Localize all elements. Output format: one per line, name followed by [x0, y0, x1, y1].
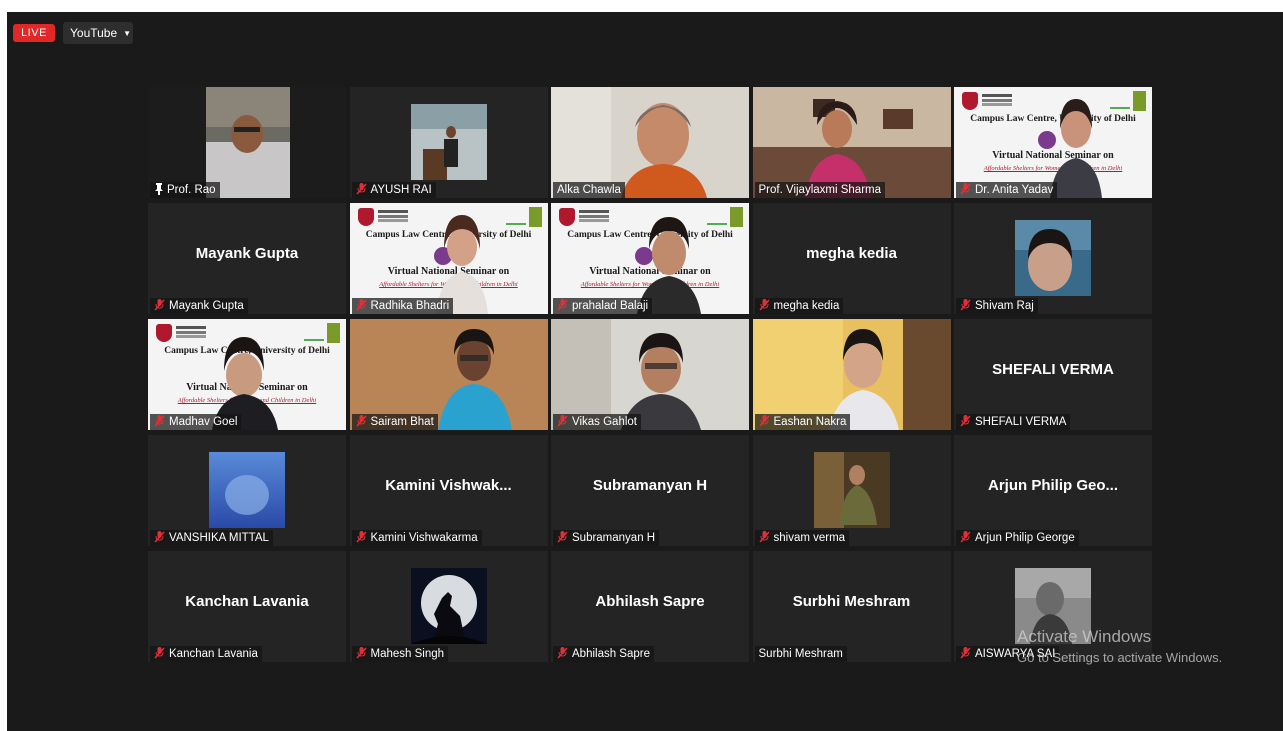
muted-mic-icon [557, 299, 568, 311]
pin-icon [155, 183, 163, 195]
participant-tile[interactable]: Kanchan Lavania Kanchan Lavania [148, 551, 346, 662]
participant-display-name: Arjun Philip Geo... [987, 477, 1118, 494]
participant-display-name: Mayank Gupta [195, 245, 299, 262]
participant-display-name: SHEFALI VERMA [992, 361, 1114, 378]
muted-mic-icon [355, 183, 367, 195]
participant-tile[interactable]: AYUSH RAI [349, 87, 548, 198]
participant-tile[interactable]: Prof. Vijaylaxmi Sharma [752, 87, 951, 198]
muted-mic-icon [960, 415, 971, 427]
participant-name-label: Dr. Anita Yadav [956, 182, 1058, 198]
participant-display-name: Kamini Vishwak... [385, 477, 512, 494]
participant-name-label: Subramanyan H [553, 530, 660, 546]
stream-target-dropdown[interactable]: YouTube ▼ [63, 22, 133, 44]
participant-tile[interactable]: Shivam Raj [954, 203, 1152, 314]
muted-mic-icon [960, 531, 971, 543]
participant-name-label: Eashan Nakra [754, 414, 851, 430]
muted-mic-icon [154, 415, 165, 427]
muted-mic-icon [960, 299, 971, 311]
participant-tile[interactable]: Surbhi Meshram Surbhi Meshram [752, 551, 951, 662]
participant-name-label: Shivam Raj [956, 298, 1038, 314]
muted-mic-icon [355, 647, 367, 659]
muted-mic-icon [758, 299, 770, 311]
participant-tile[interactable]: Mahesh Singh [349, 551, 548, 662]
participant-name-label: shivam verma [754, 530, 850, 546]
gallery-grid: Prof. Rao AYUSH RAI Alka Chawla Prof. Vi… [148, 87, 1152, 663]
stream-target-label: YouTube [70, 26, 118, 40]
participant-display-name: Abhilash Sapre [595, 593, 705, 610]
participant-tile[interactable]: Campus Law Centre, University of Delhi V… [349, 203, 548, 314]
participant-name-label: Prof. Rao [150, 182, 220, 198]
participant-name-label: Sairam Bhat [351, 414, 438, 430]
participant-name-label: Madhav Goel [150, 414, 242, 430]
participant-name-label: Kamini Vishwakarma [351, 530, 482, 546]
muted-mic-icon [960, 183, 971, 195]
participant-tile[interactable]: Campus Law Centre, University of Delhi V… [954, 87, 1152, 198]
participant-tile[interactable]: Sairam Bhat [349, 319, 548, 430]
muted-mic-icon [154, 531, 165, 543]
participant-tile[interactable]: Vikas Gahlot [551, 319, 749, 430]
muted-mic-icon [557, 531, 568, 543]
participant-name-label: Arjun Philip George [956, 530, 1079, 546]
participant-name-label: Radhika Bhadri [351, 298, 454, 314]
participant-tile[interactable]: Prof. Rao [148, 87, 346, 198]
muted-mic-icon [758, 531, 770, 543]
participant-tile[interactable]: Eashan Nakra [752, 319, 951, 430]
participant-name-label: megha kedia [754, 298, 844, 314]
participant-name-label: Mahesh Singh [351, 646, 449, 662]
participant-tile[interactable]: Alka Chawla [551, 87, 749, 198]
muted-mic-icon [960, 647, 971, 659]
participant-name-label: Abhilash Sapre [553, 646, 654, 662]
chevron-down-icon: ▼ [123, 29, 132, 38]
participant-name-label: Surbhi Meshram [754, 646, 847, 662]
participant-name-label: Alka Chawla [553, 182, 625, 198]
participant-display-name: Kanchan Lavania [185, 593, 309, 610]
participant-tile[interactable]: Abhilash Sapre Abhilash Sapre [551, 551, 749, 662]
participant-name-label: Prof. Vijaylaxmi Sharma [754, 182, 885, 198]
muted-mic-icon [557, 415, 568, 427]
participant-tile[interactable]: SHEFALI VERMA SHEFALI VERMA [954, 319, 1152, 430]
participant-name-label: Kanchan Lavania [150, 646, 262, 662]
participant-display-name: Surbhi Meshram [792, 593, 911, 610]
participant-name-label: VANSHIKA MITTAL [150, 530, 273, 546]
participant-name-label: SHEFALI VERMA [956, 414, 1071, 430]
muted-mic-icon [355, 415, 367, 427]
participant-display-name: Subramanyan H [592, 477, 708, 494]
muted-mic-icon [154, 647, 165, 659]
participant-name-label: AYUSH RAI [351, 182, 436, 198]
participant-tile[interactable]: Campus Law Centre, University of Delhi V… [551, 203, 749, 314]
participant-tile[interactable]: Campus Law Centre, University of Delhi V… [148, 319, 346, 430]
activate-windows-subtitle: Go to Settings to activate Windows. [1017, 650, 1223, 665]
participant-tile[interactable]: Kamini Vishwak... Kamini Vishwakarma [349, 435, 548, 546]
muted-mic-icon [758, 415, 770, 427]
participant-tile[interactable]: shivam verma [752, 435, 951, 546]
muted-mic-icon [355, 299, 367, 311]
participant-tile[interactable]: megha kedia megha kedia [752, 203, 951, 314]
muted-mic-icon [355, 531, 367, 543]
participant-name-label: prahalad Balaji [553, 298, 653, 314]
live-badge[interactable]: LIVE [13, 24, 55, 42]
participant-tile[interactable]: Mayank Gupta Mayank Gupta [148, 203, 346, 314]
muted-mic-icon [557, 647, 568, 659]
participant-tile[interactable]: Arjun Philip Geo... Arjun Philip George [954, 435, 1152, 546]
participant-tile[interactable]: Subramanyan H Subramanyan H [551, 435, 749, 546]
participant-tile[interactable]: VANSHIKA MITTAL [148, 435, 346, 546]
activate-windows-title: Activate Windows [1017, 627, 1152, 646]
participant-name-label: Vikas Gahlot [553, 414, 641, 430]
muted-mic-icon [154, 299, 165, 311]
participant-display-name: megha kedia [806, 245, 897, 262]
participant-name-label: Mayank Gupta [150, 298, 248, 314]
